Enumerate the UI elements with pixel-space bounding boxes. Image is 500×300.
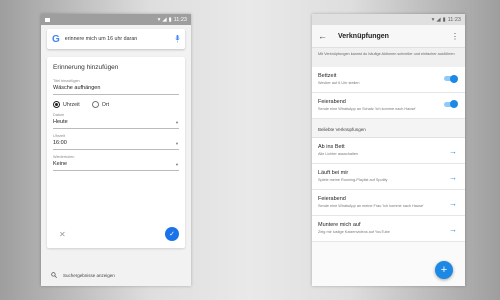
more-vert-icon[interactable]: ⋮ (451, 32, 459, 41)
reminder-form-card: Erinnerung hinzufügen Titel hinzufügen W… (47, 57, 185, 248)
form-title: Erinnerung hinzufügen (53, 64, 119, 71)
status-time: 11:23 (447, 16, 461, 23)
arrow-right-icon[interactable]: → (449, 173, 457, 182)
status-time: 11:23 (173, 16, 187, 23)
radio-place-label: Ort (101, 101, 110, 108)
show-search-results-link[interactable]: Suchergebnisse anzeigen (51, 272, 115, 278)
arrow-right-icon[interactable]: → (449, 225, 457, 234)
check-icon[interactable]: ✓ (165, 227, 179, 241)
status-bar: ▾ ◢ ▮ 11:23 (41, 14, 191, 25)
status-bar: ▾ ◢ ▮ 11:23 (312, 14, 465, 25)
popular-title: Ab ins Bett (318, 143, 345, 150)
arrow-left-icon[interactable]: ← (318, 31, 338, 41)
chevron-down-icon: ▼ (175, 140, 179, 146)
shortcut-subtitle: Sende eine WhatsApp an Schatz 'Ich komme… (318, 106, 417, 111)
wifi-icon: ▾ (157, 16, 161, 23)
what-field[interactable]: Wäsche aufhängen (53, 83, 179, 95)
time-dropdown[interactable]: 16:00 ▼ (53, 138, 179, 150)
chevron-down-icon: ▼ (175, 119, 179, 125)
search-query[interactable]: erinnere mich um 16 uhr daran (65, 36, 170, 42)
signal-icon: ◢ (162, 16, 167, 23)
repeat-dropdown[interactable]: Keine ▼ (53, 159, 179, 171)
mic-icon[interactable] (175, 35, 180, 43)
date-value: Heute (53, 119, 68, 125)
signal-icon: ◢ (436, 16, 441, 23)
assistant-search-bar[interactable]: G erinnere mich um 16 uhr daran (47, 29, 185, 49)
popular-row[interactable]: Läuft bei mir Spiele meine Running-Playl… (312, 163, 465, 190)
arrow-right-icon[interactable]: → (449, 199, 457, 208)
battery-icon: ▮ (168, 16, 172, 23)
battery-icon: ▮ (442, 16, 446, 23)
popular-title: Muntere mich auf (318, 221, 361, 228)
form-actions: ✕ ✓ (53, 227, 179, 241)
shortcut-row-bettzeit[interactable]: Bettzeit Wecker auf 6 Uhr stellen (312, 67, 465, 93)
shortcut-toggle[interactable] (444, 74, 458, 83)
popular-subtitle: Spiele meine Running-Playlist auf Spotif… (318, 177, 388, 182)
shortcut-row-feierabend[interactable]: Feierabend Sende eine WhatsApp an Schatz… (312, 92, 465, 119)
search-icon (51, 272, 57, 278)
shortcut-toggle[interactable] (444, 100, 458, 109)
time-value: 16:00 (53, 140, 67, 146)
popular-row[interactable]: Muntere mich auf Zeig mir lustige Katzen… (312, 215, 465, 242)
radio-place[interactable]: Ort (91, 101, 110, 108)
radio-unchecked-icon[interactable] (91, 101, 99, 108)
radio-time-label: Uhrzeit (63, 101, 80, 108)
google-logo-icon: G (52, 33, 60, 45)
wifi-icon: ▾ (431, 16, 435, 23)
right-phone-screen: ▾ ◢ ▮ 11:23 ← Verknüpfungen ⋮ Mit Verknü… (312, 14, 465, 286)
trigger-type-group: Uhrzeit Ort (53, 101, 179, 108)
popular-row[interactable]: Feierabend Sende eine WhatsApp an meine … (312, 189, 465, 216)
page-title: Verknüpfungen (338, 32, 389, 40)
popular-row[interactable]: Ab ins Bett Alle Lichter ausschalten → (312, 137, 465, 164)
shortcut-title: Bettzeit (318, 73, 337, 79)
date-dropdown[interactable]: Heute ▼ (53, 117, 179, 129)
shortcut-title: Feierabend (318, 98, 346, 105)
radio-time[interactable]: Uhrzeit (53, 101, 80, 108)
show-search-results-label: Suchergebnisse anzeigen (63, 272, 115, 278)
popular-subtitle: Zeig mir lustige Katzenvideos auf YouTub… (318, 229, 390, 234)
arrow-right-icon[interactable]: → (449, 147, 457, 156)
popular-subtitle: Sende eine WhatsApp an meine Frau 'Ich k… (318, 203, 424, 208)
radio-checked-icon[interactable] (53, 101, 60, 108)
chevron-down-icon: ▼ (175, 161, 179, 167)
repeat-value: Keine (53, 161, 68, 167)
popular-subtitle: Alle Lichter ausschalten (318, 151, 359, 156)
app-bar: ← Verknüpfungen ⋮ (312, 25, 465, 48)
left-phone-screen: ▾ ◢ ▮ 11:23 G erinnere mich um 16 uhr da… (41, 14, 191, 286)
shortcut-subtitle: Wecker auf 6 Uhr stellen (318, 81, 360, 85)
notification-icon (45, 17, 50, 22)
plus-icon[interactable]: + (435, 261, 453, 279)
popular-title: Läuft bei mir (318, 169, 349, 176)
popular-title: Feierabend (318, 195, 346, 202)
close-icon[interactable]: ✕ (59, 230, 66, 239)
intro-text: Mit Verknüpfungen kannst du häufige Akti… (312, 48, 465, 67)
what-value[interactable]: Wäsche aufhängen (53, 85, 100, 91)
section-heading: Beliebte Verknüpfungen (312, 118, 465, 138)
